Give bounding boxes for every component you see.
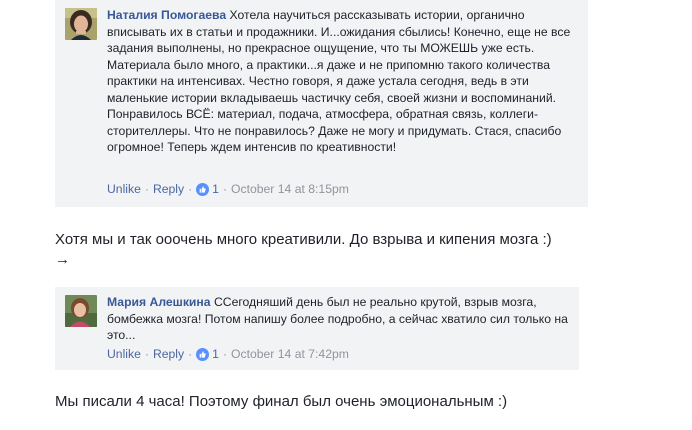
separator-dot: ·: [222, 347, 228, 361]
separator-dot: ·: [144, 347, 149, 361]
reply-link[interactable]: Reply: [153, 347, 184, 361]
like-count[interactable]: 1: [212, 347, 219, 361]
like-thumb-icon: [196, 347, 210, 361]
avatar[interactable]: [65, 295, 97, 327]
unlike-link[interactable]: Unlike: [107, 182, 141, 196]
like-thumb-icon: [196, 182, 210, 196]
unlike-link[interactable]: Unlike: [107, 347, 141, 361]
avatar-woman-outdoor-icon: [65, 295, 97, 327]
comment-timestamp[interactable]: October 14 at 8:15pm: [231, 182, 349, 196]
comment-timestamp[interactable]: October 14 at 7:42pm: [231, 347, 349, 361]
comment-nataliya: Наталия Помогаева Хотела научиться расск…: [55, 0, 588, 207]
comment-actions: Unlike · Reply · 1 · October 14 at 8:15p…: [107, 182, 349, 196]
comment-author[interactable]: Мария Алешкина: [107, 295, 211, 309]
comment-body: Наталия Помогаева Хотела научиться расск…: [107, 7, 580, 156]
separator-dot: ·: [188, 347, 193, 361]
comment-author[interactable]: Наталия Помогаева: [107, 8, 226, 22]
avatar-woman-dark-hair-icon: [65, 8, 97, 40]
comment-actions: Unlike · Reply · 1 · October 14 at 7:42p…: [107, 347, 349, 361]
post-paragraph: Хотя мы и так ооочень много креативили. …: [55, 231, 552, 248]
arrow-glyph: →: [55, 251, 70, 268]
separator-dot: ·: [222, 182, 228, 196]
separator-dot: ·: [144, 182, 149, 196]
comment-mariya: Мария Алешкина ССегодняший день был не р…: [55, 287, 579, 370]
reply-link[interactable]: Reply: [153, 182, 184, 196]
separator-dot: ·: [188, 182, 193, 196]
avatar[interactable]: [65, 8, 97, 40]
comment-text: Хотела научиться рассказывать истории, о…: [107, 8, 571, 154]
like-count[interactable]: 1: [212, 182, 219, 196]
comment-body: Мария Алешкина ССегодняший день был не р…: [107, 294, 571, 344]
post-paragraph: Мы писали 4 часа! Поэтому финал был очен…: [55, 393, 508, 410]
